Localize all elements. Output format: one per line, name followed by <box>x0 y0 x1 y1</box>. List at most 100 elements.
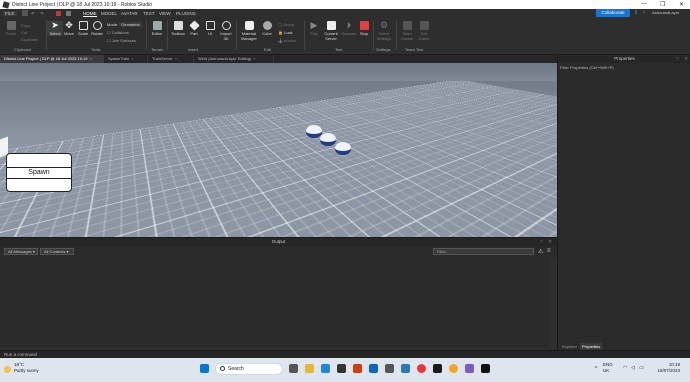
output-scrollbar[interactable] <box>550 257 557 347</box>
app-icon[interactable] <box>385 364 394 373</box>
tab-properties[interactable]: Properties <box>580 343 603 350</box>
tab-place[interactable]: District Line Project | DLP @ 18 Jul 202… <box>0 55 104 63</box>
team-create-button[interactable]: Team Create <box>399 21 415 41</box>
save-icon[interactable] <box>22 10 28 16</box>
notifications-icon[interactable]: ◔ <box>642 10 645 16</box>
group-team-test: Team Test <box>405 47 424 52</box>
tab-trainserver[interactable]: TrainServer × <box>148 55 194 63</box>
import-3d-button[interactable]: Import 3D <box>218 21 234 41</box>
group-button[interactable]: ▢ Group <box>278 21 297 29</box>
material-manager-button[interactable]: Material Manager <box>240 21 258 41</box>
weather-widget[interactable]: 18°C Partly sunny <box>14 362 39 374</box>
search-icon <box>220 366 225 371</box>
start-icon[interactable] <box>200 364 209 373</box>
redo-icon[interactable]: ↷ <box>40 11 44 17</box>
close-window-button[interactable]: ✕ <box>679 1 684 8</box>
store-icon[interactable] <box>337 364 346 373</box>
speaker-icon[interactable]: ◁ <box>631 365 635 371</box>
train-wheel-part[interactable] <box>335 142 351 154</box>
taskbar-search[interactable]: Search <box>215 363 283 375</box>
duplicate-button[interactable]: Duplicate <box>21 36 38 43</box>
clock[interactable]: 10:19 18/07/2023 <box>650 362 680 374</box>
app-icon[interactable] <box>417 364 426 373</box>
select-label: Select <box>49 31 61 36</box>
clear-output-icon[interactable]: ≡ <box>547 248 551 254</box>
properties-filter-input[interactable]: Filter Properties (Ctrl+Shift+P) <box>560 64 688 71</box>
menu-home[interactable]: HOME <box>83 11 97 17</box>
panel-tabs: Explorer Properties <box>558 343 690 350</box>
3d-viewport[interactable] <box>0 63 557 237</box>
color-button[interactable]: Color <box>259 21 275 36</box>
properties-close-icon[interactable]: ✕ <box>684 56 688 62</box>
toolbox-button[interactable]: Toolbox <box>170 21 186 36</box>
terrain-editor-button[interactable]: Editor <box>149 21 165 36</box>
cut-button[interactable]: Cut <box>21 29 38 36</box>
menu-file[interactable]: FILE <box>3 11 17 16</box>
resume-button[interactable]: ⏵ Resume <box>341 21 357 37</box>
output-filter-input[interactable]: Filter... <box>433 248 534 255</box>
wifi-icon[interactable]: ◠ <box>623 365 627 371</box>
collaborate-button[interactable]: Collaborate <box>596 9 630 17</box>
maximize-button[interactable]: ❐ <box>660 1 665 8</box>
play-button[interactable]: ▶ Play <box>306 21 322 37</box>
train-wheel-part[interactable] <box>306 125 322 137</box>
tab-weld[interactable]: Weld (AstronautLayer Editing) × <box>194 55 274 63</box>
tab-explorer[interactable]: Explorer <box>560 343 579 350</box>
language-indicator[interactable]: ENG UK <box>603 362 613 374</box>
share-icon[interactable]: ⇪ <box>634 10 638 16</box>
office-icon[interactable] <box>353 364 362 373</box>
rotate-button[interactable]: Rotate <box>89 21 105 36</box>
paste-button[interactable]: Paste <box>3 21 19 36</box>
command-bar-input[interactable]: Run a command <box>0 350 690 358</box>
mail-icon[interactable] <box>369 364 378 373</box>
menu-model[interactable]: MODEL <box>101 11 117 16</box>
menu-test[interactable]: TEST <box>143 11 155 16</box>
scale-label: Scale <box>77 31 88 36</box>
join-surfaces-toggle[interactable]: ☐ Join Surfaces <box>107 37 142 45</box>
exit-game-label: Exit Game <box>418 31 430 41</box>
copy-button[interactable]: Copy <box>21 22 38 29</box>
rotate-icon <box>92 21 102 30</box>
part-button[interactable]: Part <box>186 20 202 36</box>
menu-avatar[interactable]: AVATAR <box>121 11 138 16</box>
battery-icon[interactable]: ▭ <box>639 365 644 371</box>
anchor-button[interactable]: ⚓ Anchor <box>278 37 297 45</box>
chrome-icon[interactable] <box>449 364 458 373</box>
collisions-toggle[interactable]: ☐ Collisions <box>107 29 142 37</box>
warning-icon[interactable]: ⚠ <box>538 248 543 255</box>
roblox-studio-icon[interactable] <box>481 364 490 373</box>
messages-filter-dropdown[interactable]: All Messages ▾ <box>4 248 38 255</box>
baseplate-grid <box>0 63 557 237</box>
train-wheel-part[interactable] <box>320 133 336 145</box>
output-maximize-icon[interactable]: □ <box>540 239 543 245</box>
task-view-icon[interactable] <box>289 364 298 373</box>
record-icon[interactable] <box>56 11 61 16</box>
minimize-button[interactable]: — <box>641 1 647 7</box>
tab-spawntrain[interactable]: SpawnTrain × <box>104 55 148 63</box>
app-icon[interactable] <box>465 364 474 373</box>
app-icon[interactable] <box>433 364 442 373</box>
game-settings-button[interactable]: ⚙ Game Settings <box>376 21 392 42</box>
ui-button[interactable]: UI <box>202 21 218 36</box>
undo-icon[interactable]: ↶ <box>31 11 35 17</box>
properties-maximize-icon[interactable]: □ <box>676 56 679 62</box>
user-name[interactable]: AstronautLayer <box>652 10 679 15</box>
current-server-button[interactable]: Current Server <box>322 21 340 41</box>
menu-view[interactable]: VIEW <box>159 11 171 16</box>
output-close-icon[interactable]: ✕ <box>548 239 552 245</box>
document-tabs: District Line Project | DLP @ 18 Jul 202… <box>0 55 557 63</box>
sky <box>0 63 557 81</box>
stop-small-icon[interactable] <box>66 11 71 16</box>
spawn-gui-frame[interactable]: Spawn <box>6 153 72 192</box>
menu-plugins[interactable]: PLUGINS <box>176 11 196 16</box>
lock-button[interactable]: 🔒 Lock <box>278 29 297 37</box>
app-icon[interactable] <box>401 364 410 373</box>
mode-dropdown[interactable]: Geometric <box>119 22 142 27</box>
tray-chevron-icon[interactable]: ^ <box>595 366 597 372</box>
ui-label: UI <box>208 31 212 36</box>
stop-button[interactable]: Stop <box>356 21 372 36</box>
exit-game-button[interactable]: Exit Game <box>416 21 432 41</box>
edge-icon[interactable] <box>321 364 330 373</box>
file-explorer-icon[interactable] <box>305 364 314 373</box>
contexts-filter-dropdown[interactable]: All Contexts ▾ <box>40 248 74 255</box>
